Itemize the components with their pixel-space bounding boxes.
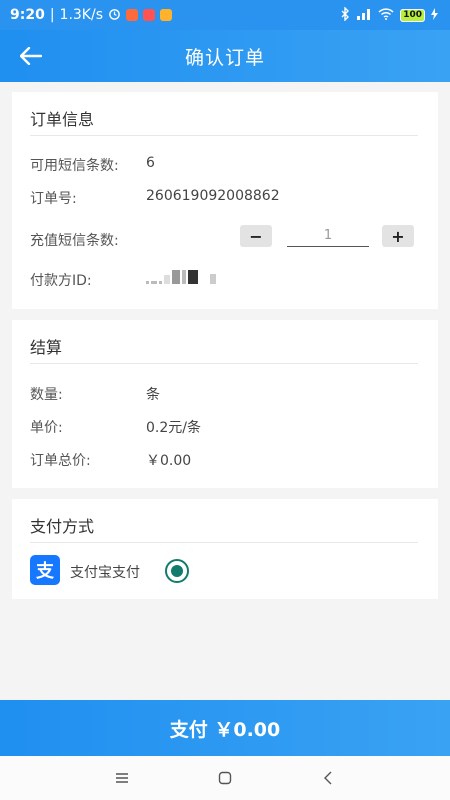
available-sms-value: 6 <box>146 155 155 171</box>
quantity-value: 条 <box>146 387 160 403</box>
increment-button[interactable]: + <box>382 225 414 247</box>
app-bar: 确认订单 <box>0 30 450 82</box>
payment-method-card: 支付方式 支 支付宝支付 <box>12 499 438 599</box>
status-bar-left: 9:20 | 1.3K/s <box>10 7 173 24</box>
status-divider: | <box>49 7 55 23</box>
order-info-title: 订单信息 <box>30 110 95 129</box>
notification-app-icon <box>143 9 156 21</box>
status-time: 9:20 <box>10 7 45 23</box>
alipay-label[interactable]: 支付宝支付 <box>70 562 140 582</box>
order-number-value: 260619092008862 <box>146 188 280 204</box>
battery-icon: 100 <box>400 8 425 22</box>
recharge-quantity-input[interactable] <box>287 225 369 247</box>
payer-id-masked-value <box>146 270 218 288</box>
menu-nav-button[interactable] <box>102 763 142 793</box>
back-nav-button[interactable] <box>308 763 348 793</box>
status-bar-right: 100 <box>341 5 438 24</box>
bluetooth-icon <box>341 5 350 24</box>
wifi-icon <box>378 7 394 23</box>
back-arrow-icon <box>20 47 42 65</box>
radio-selected-dot <box>171 565 183 577</box>
divider <box>30 542 418 543</box>
pay-button[interactable]: 支付 ￥0.00 <box>0 700 450 756</box>
notification-app-icon <box>126 9 139 21</box>
alipay-radio-button[interactable] <box>165 559 189 583</box>
signal-icon <box>356 8 372 23</box>
available-sms-label: 可用短信条数: <box>30 158 119 174</box>
order-number-label: 订单号: <box>30 191 77 207</box>
order-total-label: 订单总价: <box>30 453 91 469</box>
unit-price-value: 0.2元/条 <box>146 420 201 436</box>
payment-method-title: 支付方式 <box>30 517 95 536</box>
page-title: 确认订单 <box>184 46 265 69</box>
unit-price-label: 单价: <box>30 420 63 436</box>
payer-id-label: 付款方ID: <box>30 273 92 289</box>
divider <box>30 135 418 136</box>
settlement-title: 结算 <box>30 338 63 357</box>
settlement-card: 结算 数量: 条 单价: 0.2元/条 订单总价: ￥0.00 <box>12 320 438 488</box>
menu-icon <box>115 773 128 783</box>
recharge-sms-label: 充值短信条数: <box>30 233 119 249</box>
divider <box>30 363 418 364</box>
network-speed: 1.3K/s <box>59 7 104 23</box>
decrement-button[interactable]: − <box>240 225 272 247</box>
charging-icon <box>431 7 438 23</box>
alarm-icon <box>108 7 121 24</box>
chevron-left-icon <box>324 771 332 785</box>
order-total-value: ￥0.00 <box>146 453 192 469</box>
home-nav-button[interactable] <box>205 763 245 793</box>
quantity-label: 数量: <box>30 387 63 403</box>
home-square-icon <box>218 771 232 785</box>
status-bar: 9:20 | 1.3K/s 100 <box>0 0 450 30</box>
order-info-card: 订单信息 可用短信条数: 6 订单号: 260619092008862 充值短信… <box>12 92 438 309</box>
system-nav-bar <box>0 756 450 800</box>
alipay-icon: 支 <box>30 555 60 585</box>
back-button[interactable] <box>16 42 46 70</box>
notification-app-icon <box>160 9 173 21</box>
